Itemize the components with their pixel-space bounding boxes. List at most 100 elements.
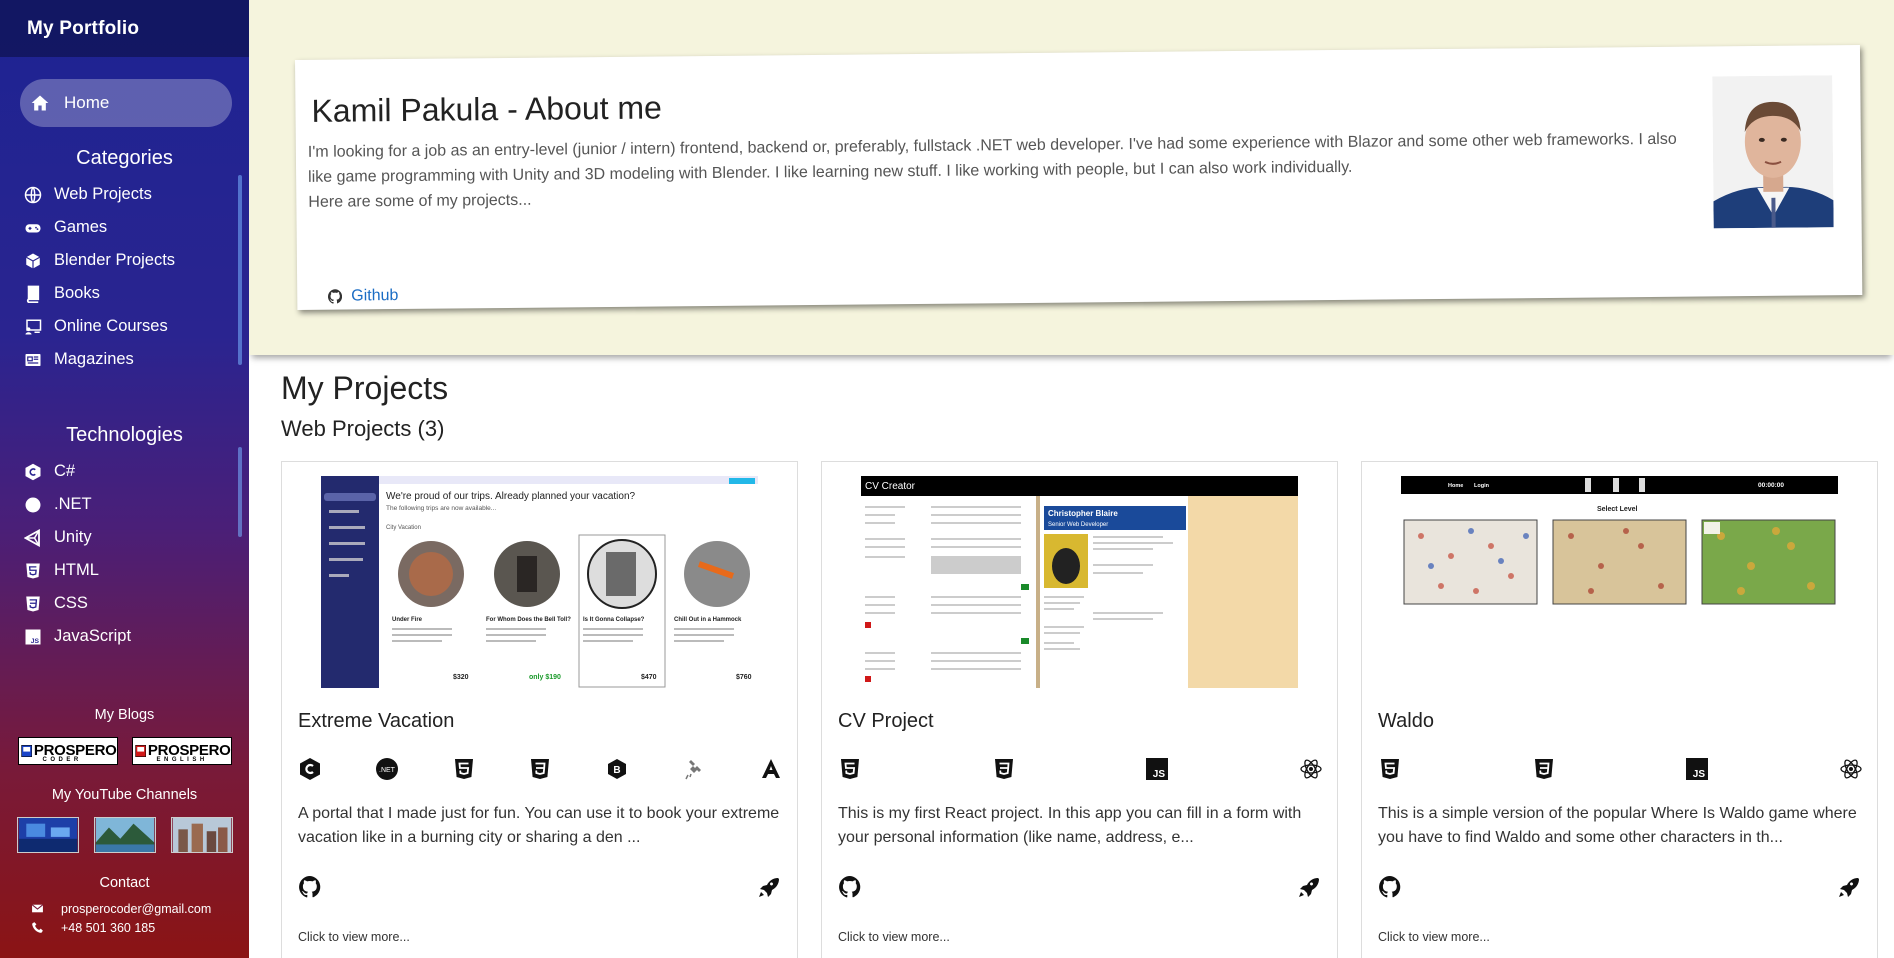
shot-app-title: CV Creator (865, 481, 916, 492)
sidebar-item-label: Magazines (54, 350, 134, 368)
project-card-extreme-vacation[interactable]: Extreme Vacation We're proud of our trip… (281, 461, 798, 958)
sidebar-item-csharp[interactable]: C# (0, 455, 249, 488)
sidebar-item-javascript[interactable]: JS JavaScript (0, 620, 249, 653)
view-more-link[interactable]: Click to view more... (838, 930, 950, 944)
shot-nav-login: Login (1474, 483, 1490, 489)
github-icon[interactable] (838, 875, 862, 899)
sidebar-item-label: HTML (54, 561, 99, 579)
shot-trip-price: $470 (641, 674, 657, 681)
shot-cv-name: Christopher Blaire (1048, 509, 1118, 518)
sidebar-item-dotnet[interactable]: .NET (0, 488, 249, 521)
sidebar-item-css[interactable]: CSS (0, 587, 249, 620)
sidebar-item-games[interactable]: Games (0, 211, 249, 244)
sidebar-item-home[interactable]: Home (20, 79, 232, 127)
svg-text:B: B (614, 765, 621, 776)
react-icon (1300, 759, 1322, 779)
html5-icon (454, 759, 473, 779)
shot-nav-home: Home (1448, 483, 1463, 489)
technologies-scrollbar[interactable] (238, 447, 242, 537)
tech-icons: JS (838, 757, 1323, 781)
about-card: Kamil Pakula - About me I'm looking for … (295, 44, 1863, 310)
shot-header: We're proud of our trips. Already planne… (386, 491, 636, 502)
project-screenshot[interactable]: Extreme Vacation We're proud of our trip… (321, 476, 758, 688)
youtube-channel-thumbnail[interactable] (170, 817, 233, 853)
sidebar-item-label: .NET (54, 495, 92, 513)
svg-text:JS: JS (1693, 769, 1706, 780)
project-description: This is a simple version of the popular … (1378, 805, 1857, 846)
sidebar-item-unity[interactable]: Unity (0, 521, 249, 554)
contact-email-text: prosperocoder@gmail.com (61, 901, 212, 916)
react-icon (1840, 759, 1862, 779)
html5-icon (1381, 759, 1399, 779)
blog-sub: CODER (42, 757, 82, 763)
sidebar-item-books[interactable]: Books (0, 277, 249, 310)
blog-logo-icon (134, 745, 146, 757)
view-more-link[interactable]: Click to view more... (1378, 930, 1490, 944)
home-icon (31, 95, 49, 111)
github-link[interactable]: Github (327, 287, 398, 306)
project-card-waldo[interactable]: Home Login 00:00:00 Select Level Waldo J… (1361, 461, 1878, 958)
svg-text:JS: JS (31, 638, 40, 645)
shot-trip-name: Under Fire (392, 617, 423, 623)
project-screenshot[interactable]: CV Creator Christopher Blaire Senior Web… (861, 476, 1298, 688)
shot-trip-price: $320 (453, 674, 469, 681)
brand-title[interactable]: My Portfolio (0, 0, 249, 57)
project-screenshot[interactable]: Home Login 00:00:00 Select Level (1401, 476, 1838, 688)
youtube-channel-thumbnail[interactable] (93, 817, 156, 853)
view-more-link[interactable]: Click to view more... (298, 930, 410, 944)
blog-sub: ENGLISH (156, 757, 208, 763)
blogs-list: PROSPERO CODER PROSPERO ENGLISH (0, 737, 249, 765)
github-icon[interactable] (298, 875, 322, 899)
chalkboard-icon (25, 319, 42, 334)
youtube-channel-thumbnail[interactable] (16, 817, 79, 853)
js-icon: JS (25, 629, 41, 645)
sidebar-item-magazines[interactable]: Magazines (0, 343, 249, 376)
sidebar-item-web-projects[interactable]: Web Projects (0, 178, 249, 211)
rocket-icon[interactable] (757, 875, 781, 899)
js-icon: JS (1146, 758, 1169, 780)
sidebar-item-label: C# (54, 462, 76, 480)
csharp-icon (25, 463, 41, 480)
about-section: Kamil Pakula - About me I'm looking for … (249, 0, 1894, 355)
shot-timer: 00:00:00 (1758, 482, 1784, 489)
blog-logo-icon (20, 745, 32, 757)
blogs-title: My Blogs (94, 707, 155, 723)
blog-link-coder[interactable]: PROSPERO CODER (17, 737, 118, 765)
categories-title: Categories (76, 147, 173, 169)
blog-link-english[interactable]: PROSPERO ENGLISH (131, 737, 232, 765)
sidebar-item-blender-projects[interactable]: Blender Projects (0, 244, 249, 277)
book-icon (26, 285, 40, 303)
project-title[interactable]: Extreme Vacation (298, 710, 454, 733)
sidebar-item-html[interactable]: HTML (0, 554, 249, 587)
blog-name: PROSPERO (147, 742, 231, 759)
tech-icons: JS (1378, 757, 1863, 781)
projects-title: My Projects (281, 370, 449, 406)
shot-select-level: Select Level (1597, 506, 1638, 513)
contact-title: Contact (99, 875, 150, 891)
css3-icon (994, 759, 1013, 779)
bootstrap-icon: B (608, 759, 627, 779)
shot-trip-name: For Whom Does the Bell Toll? (486, 617, 571, 623)
about-paragraph-2: Here are some of my projects... (308, 191, 532, 211)
shot-cv-role: Senior Web Developer (1048, 522, 1108, 528)
contact-phone[interactable]: +48 501 360 185 (0, 918, 249, 937)
github-icon[interactable] (1378, 875, 1402, 899)
project-title[interactable]: Waldo (1378, 710, 1434, 733)
project-card-cv-project[interactable]: CV Creator Christopher Blaire Senior Web… (821, 461, 1338, 958)
rocket-icon[interactable] (1297, 875, 1321, 899)
sidebar-item-online-courses[interactable]: Online Courses (0, 310, 249, 343)
rocket-icon[interactable] (1837, 875, 1861, 899)
envelope-icon (31, 904, 44, 913)
categories-scrollbar[interactable] (238, 175, 242, 365)
css3-icon (26, 596, 40, 611)
youtube-title: My YouTube Channels (51, 787, 198, 803)
html5-icon (26, 563, 40, 578)
profile-photo (1712, 75, 1834, 229)
technologies-title: Technologies (66, 424, 183, 446)
project-title[interactable]: CV Project (838, 710, 934, 733)
project-description: A portal that I made just for fun. You c… (298, 805, 780, 846)
unity-icon (24, 528, 40, 547)
tech-icons: .NET B (298, 757, 783, 781)
contact-email[interactable]: prosperocoder@gmail.com (0, 899, 249, 918)
gamepad-icon (25, 223, 41, 232)
